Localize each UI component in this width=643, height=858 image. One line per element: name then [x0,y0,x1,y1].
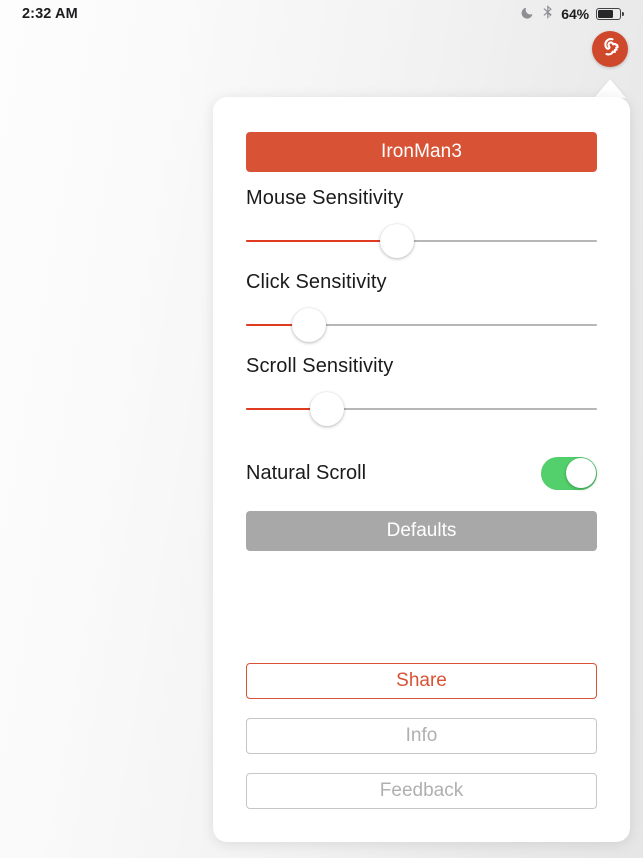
defaults-button[interactable]: Defaults [246,511,597,551]
slider-thumb-mouse-sensitivity[interactable] [379,224,414,258]
slider-click-sensitivity[interactable] [246,308,597,342]
slider-thumb-click-sensitivity[interactable] [292,308,327,342]
share-label: Share [396,670,447,691]
natural-scroll-label: Natural Scroll [246,461,367,484]
slider-label-click-sensitivity: Click Sensitivity [246,271,387,293]
slider-scroll-sensitivity[interactable] [246,392,597,426]
slider-label-scroll-sensitivity: Scroll Sensitivity [246,355,394,377]
bluetooth-icon [542,4,554,25]
slider-group-mouse-sensitivity: Mouse Sensitivity [246,187,597,258]
device-name-button[interactable]: IronMan3 [246,132,597,172]
slider-thumb-scroll-sensitivity[interactable] [309,392,344,426]
settings-popover-panel: IronMan3 Mouse Sensitivity Click Sensiti… [213,97,630,842]
slider-group-scroll-sensitivity: Scroll Sensitivity [246,355,597,426]
screen: 2:32 AM 64% IronMan3 Mouse Sensitivity C… [0,0,643,858]
status-bar: 2:32 AM 64% [0,0,643,28]
moon-icon [521,5,535,24]
share-button[interactable]: Share [246,663,597,699]
device-name-label: IronMan3 [380,141,463,162]
slider-label-mouse-sensitivity: Mouse Sensitivity [246,187,404,209]
slider-fill [246,239,397,243]
feedback-label: Feedback [379,780,464,801]
status-bar-time: 2:32 AM [22,6,78,22]
feedback-button[interactable]: Feedback [246,773,597,809]
battery-percent-label: 64% [561,6,589,22]
natural-scroll-row: Natural Scroll [246,453,597,493]
battery-fill [598,10,613,18]
info-button[interactable]: Info [246,718,597,754]
battery-icon [596,8,624,20]
status-bar-indicators: 64% [521,4,624,25]
slider-group-click-sensitivity: Click Sensitivity [246,271,597,342]
app-logo-icon[interactable] [592,31,628,67]
info-label: Info [405,725,438,746]
defaults-label: Defaults [386,520,457,541]
popover-arrow [594,79,626,98]
slider-mouse-sensitivity[interactable] [246,224,597,258]
natural-scroll-toggle[interactable] [541,456,597,490]
toggle-knob [565,458,596,488]
